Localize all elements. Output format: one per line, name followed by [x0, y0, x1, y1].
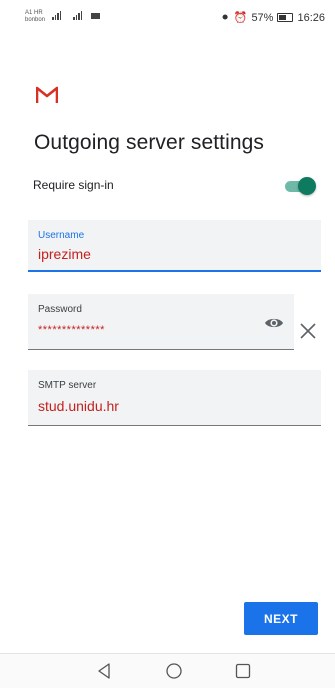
next-button[interactable]: NEXT: [244, 602, 318, 635]
require-signin-label: Require sign-in: [33, 178, 114, 192]
smtp-server-field[interactable]: SMTP server stud.unidu.hr: [28, 370, 321, 426]
username-label: Username: [38, 230, 85, 241]
password-field[interactable]: Password **************: [28, 294, 294, 350]
signal-icon: [52, 11, 61, 20]
alarm-icon: ⏰: [233, 12, 248, 24]
home-circle-icon[interactable]: [165, 662, 183, 680]
battery-icon: [277, 13, 294, 22]
mail-notification-icon: [91, 13, 100, 19]
smtp-server-value[interactable]: stud.unidu.hr: [38, 398, 119, 414]
status-bar: A1 HR bonbon ⚫ ⏰ 57% 16:26: [0, 0, 335, 34]
gmail-m-icon: [36, 86, 58, 103]
status-right: ⚫ ⏰ 57% 16:26: [220, 11, 325, 25]
require-signin-toggle[interactable]: [283, 177, 316, 195]
battery-percent: 57%: [251, 11, 274, 24]
username-underline: [28, 270, 321, 272]
password-value[interactable]: **************: [38, 324, 105, 336]
system-nav-bar: [0, 653, 335, 688]
smtp-server-label: SMTP server: [38, 380, 97, 391]
username-value[interactable]: iprezime: [38, 246, 91, 262]
dnd-icon: ⚫: [220, 12, 230, 24]
recents-square-icon[interactable]: [234, 662, 252, 680]
clock: 16:26: [297, 11, 325, 24]
password-underline: [28, 349, 294, 350]
clear-password-close-icon[interactable]: [297, 320, 319, 342]
password-label: Password: [38, 304, 82, 315]
smtp-underline: [28, 425, 321, 426]
show-password-eye-icon[interactable]: [264, 316, 284, 330]
signal-icon-2: [73, 11, 82, 20]
page-title: Outgoing server settings: [34, 131, 265, 154]
back-triangle-icon[interactable]: [96, 662, 114, 680]
username-field[interactable]: Username iprezime: [28, 220, 321, 272]
carrier-label: A1 HR bonbon: [25, 10, 46, 23]
toggle-thumb: [298, 177, 316, 195]
